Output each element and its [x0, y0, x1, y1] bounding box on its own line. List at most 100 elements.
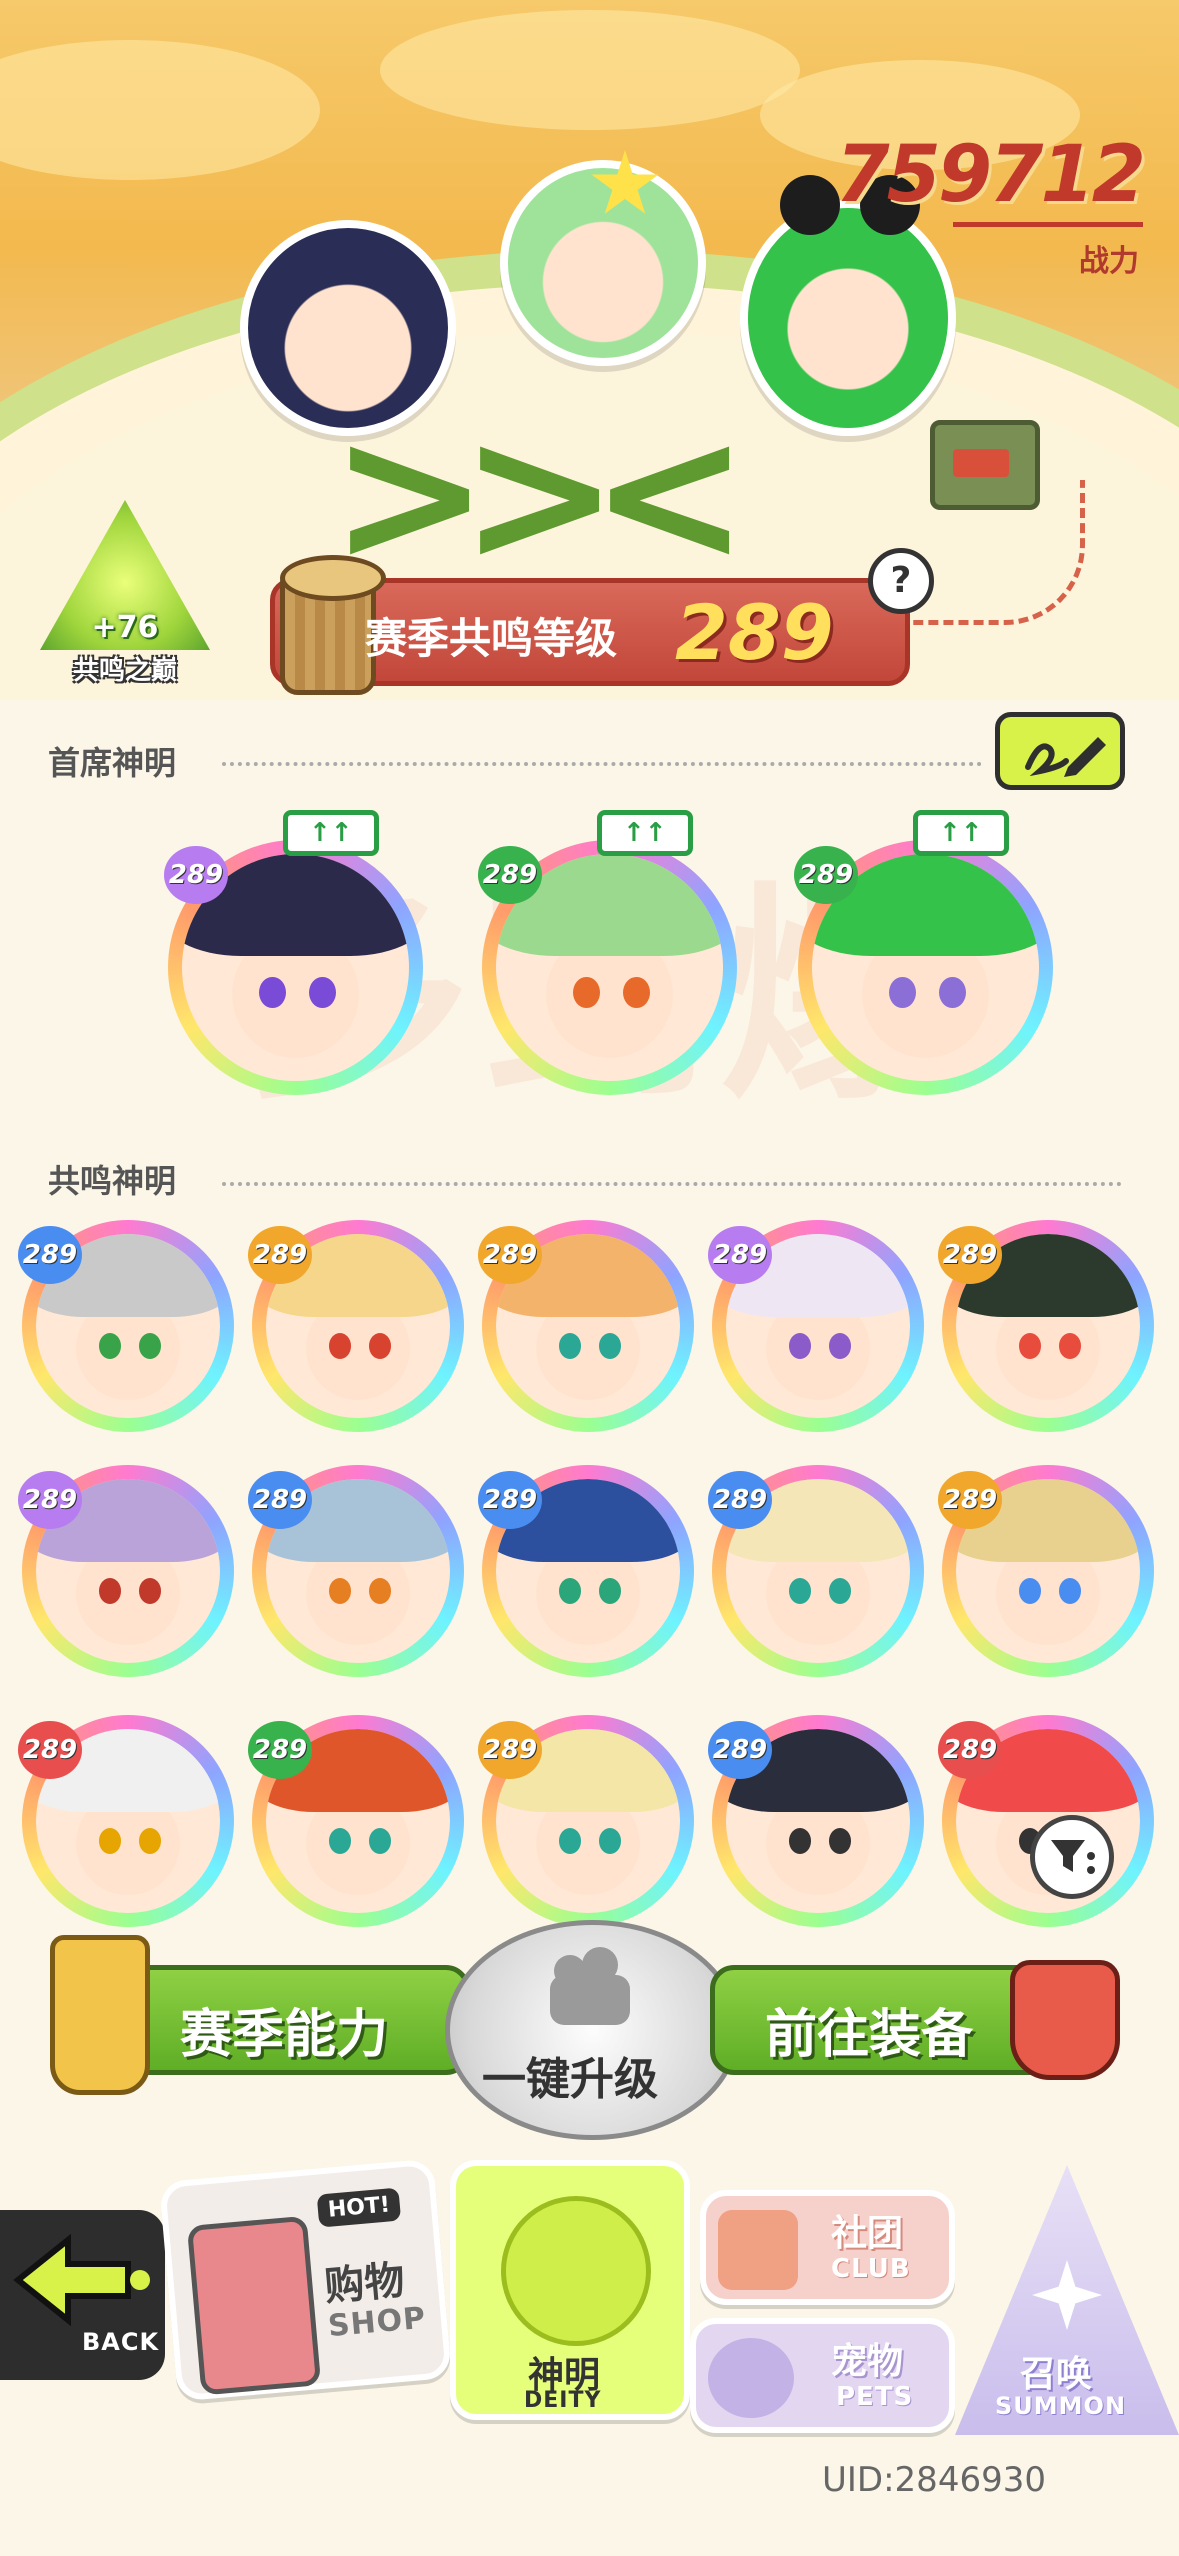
god-portrait-card[interactable]: 289	[708, 1715, 924, 1927]
portrait-eye	[328, 1578, 351, 1605]
summon-label-en: SUMMON	[995, 2392, 1127, 2420]
god-level-badge: 289	[938, 1471, 1002, 1529]
portrait-eye	[328, 1333, 351, 1360]
bubble-tea-icon	[50, 1935, 150, 2095]
god-portrait-card[interactable]: 289	[18, 1220, 234, 1432]
section-title-resonance: 共鸣神明	[48, 1162, 177, 1200]
help-button[interactable]: ?	[868, 548, 934, 614]
edit-button[interactable]	[995, 712, 1125, 790]
god-level-badge: 289	[794, 846, 858, 904]
season-level-value: 289	[675, 588, 834, 677]
shop-hot-badge: HOT!	[316, 2187, 402, 2228]
character-bun	[780, 175, 840, 235]
deity-button[interactable]: 神明 DEITY	[450, 2160, 690, 2420]
upgrade-available-icon: ↑↑	[596, 810, 693, 856]
god-level-badge: 289	[478, 1226, 542, 1284]
god-level-badge: 289	[478, 1471, 542, 1529]
uid-text: UID:2846930	[822, 2460, 1046, 2500]
portrait-eye	[1018, 1333, 1041, 1360]
back-label: BACK	[82, 2328, 160, 2356]
filter-button[interactable]	[1030, 1815, 1114, 1899]
upgrade-available-icon: ↑↑	[282, 810, 379, 856]
back-arrow-icon	[13, 2233, 150, 2327]
club-button[interactable]: 社团 CLUB	[700, 2190, 955, 2305]
god-portrait-card[interactable]: 289	[248, 1465, 464, 1677]
god-level-badge: 289	[18, 1721, 82, 1779]
god-portrait-card[interactable]: 289	[478, 1220, 694, 1432]
season-ability-label: 赛季能力	[180, 2005, 389, 2065]
goto-equip-label: 前往装备	[765, 2005, 974, 2065]
barrel-lid	[280, 555, 386, 601]
filter-icon	[1051, 1840, 1095, 1874]
portrait-eye	[788, 1578, 811, 1605]
summon-label: 召唤	[1020, 2354, 1093, 2395]
god-level-badge: 289	[938, 1226, 1002, 1284]
pet-icon	[708, 2338, 794, 2418]
god-portrait-card[interactable]: 289	[938, 1465, 1154, 1677]
portrait-eye	[558, 1578, 581, 1605]
back-button[interactable]: BACK	[0, 2210, 165, 2380]
god-level-badge: 289	[248, 1471, 312, 1529]
god-portrait-card[interactable]: 289	[18, 1465, 234, 1677]
god-level-badge: 289	[708, 1721, 772, 1779]
god-portrait-card[interactable]: 289 ↑↑	[794, 810, 1053, 1095]
portrait-eye	[1018, 1578, 1041, 1605]
god-level-badge: 289	[18, 1226, 82, 1284]
god-portrait-card[interactable]: 289	[478, 1715, 694, 1927]
god-level-badge: 289	[164, 846, 228, 904]
season-level-label: 赛季共鸣等级	[365, 614, 618, 663]
pets-button[interactable]: 宠物 PETS	[690, 2318, 955, 2433]
path-dash	[900, 480, 1085, 625]
shop-label-en: SHOP	[326, 2300, 428, 2345]
shop-button[interactable]: HOT! 购物 SHOP	[158, 2158, 453, 2402]
god-level-badge: 289	[478, 1721, 542, 1779]
section-title-chief: 首席神明	[48, 744, 177, 782]
portrait-eye	[98, 1828, 121, 1855]
resonance-label: 共鸣之巅	[72, 656, 177, 686]
god-portrait-card[interactable]: 289	[478, 1465, 694, 1677]
pets-label: 宠物	[831, 2341, 904, 2382]
goto-equip-button[interactable]: 前往装备	[710, 1965, 1060, 2075]
god-level-badge: 289	[248, 1226, 312, 1284]
god-portrait-card[interactable]: 289	[248, 1715, 464, 1927]
upgrade-fist-icon	[550, 1947, 630, 2025]
portrait-eye	[328, 1828, 351, 1855]
power-value: 759712	[835, 130, 1146, 220]
god-level-badge: 289	[248, 1721, 312, 1779]
god-portrait-card[interactable]: 289 ↑↑	[164, 810, 423, 1095]
portrait-eye	[788, 1828, 811, 1855]
deity-label-en: DEITY	[524, 2388, 602, 2413]
god-level-badge: 289	[18, 1471, 82, 1529]
cloud	[0, 40, 320, 180]
power-underline	[953, 222, 1143, 227]
upgrade-available-icon: ↑↑	[912, 810, 1009, 856]
god-level-badge: 289	[708, 1226, 772, 1284]
god-portrait-card[interactable]: 289	[248, 1220, 464, 1432]
club-label-en: CLUB	[831, 2254, 911, 2284]
portrait-eye	[788, 1333, 811, 1360]
god-level-badge: 289	[938, 1721, 1002, 1779]
god-portrait-card[interactable]: 289	[938, 1220, 1154, 1432]
portrait-eye	[558, 1828, 581, 1855]
character-sprite	[500, 160, 706, 366]
deity-avatar-icon	[501, 2196, 651, 2346]
god-portrait-card[interactable]: 289	[18, 1715, 234, 1927]
character-sprite	[740, 200, 956, 436]
power-label: 战力	[1079, 244, 1139, 279]
one-key-upgrade-button[interactable]: 一键升级	[445, 1920, 740, 2140]
club-bag-icon	[718, 2210, 798, 2290]
god-portrait-card[interactable]: 289 ↑↑	[478, 810, 737, 1095]
glove-icon	[1010, 1960, 1120, 2080]
portrait-eye	[98, 1578, 121, 1605]
cloud	[380, 10, 800, 130]
pets-label-en: PETS	[836, 2382, 914, 2412]
club-label: 社团	[831, 2213, 904, 2254]
god-portrait-card[interactable]: 289	[708, 1220, 924, 1432]
pencil-icon	[1025, 737, 1106, 777]
vending-machine-icon	[186, 2215, 322, 2396]
god-portrait-card[interactable]: 289	[708, 1465, 924, 1677]
one-key-upgrade-label: 一键升级	[482, 2054, 658, 2105]
resonance-peak-badge[interactable]: +76 共鸣之巅	[40, 500, 210, 690]
god-level-badge: 289	[478, 846, 542, 904]
resonance-plus: +76	[91, 610, 159, 645]
